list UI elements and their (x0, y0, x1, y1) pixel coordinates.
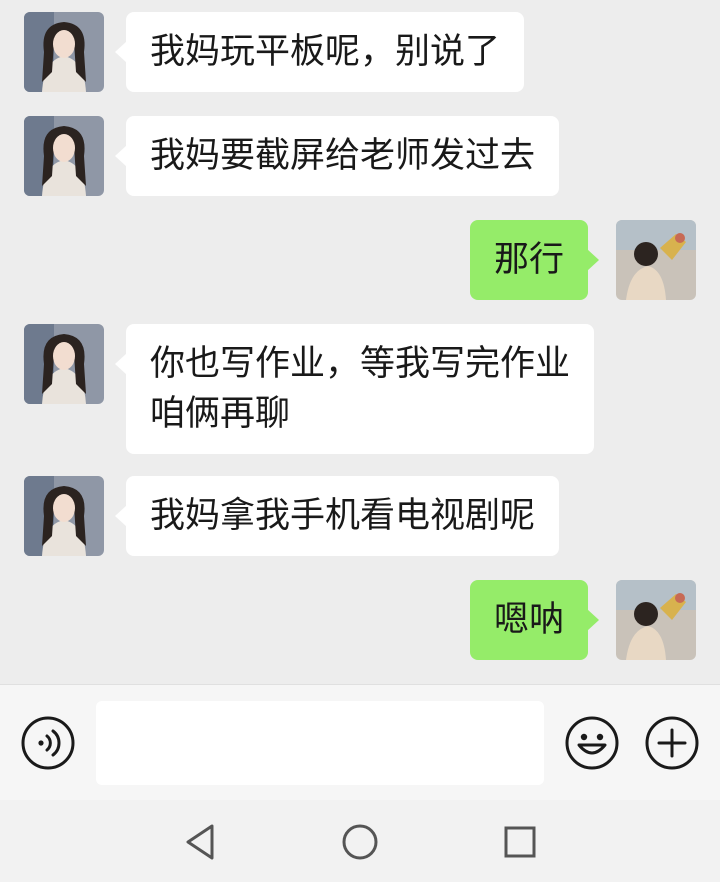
emoji-button[interactable] (564, 715, 620, 771)
message-text: 我妈玩平板呢，别说了 (150, 32, 501, 72)
back-button[interactable] (178, 820, 222, 864)
contact-avatar[interactable] (24, 116, 104, 196)
message-text: 嗯呐 (494, 600, 565, 640)
chat-area[interactable]: 我妈玩平板呢，别说了 我妈要截屏给老师发过去 那行 你也写作业，等我写完作业 咱… (0, 0, 720, 684)
my-avatar-image (616, 580, 696, 660)
message-bubble-incoming[interactable]: 我妈拿我手机看电视剧呢 (114, 476, 560, 556)
back-triangle-icon (186, 824, 214, 860)
contact-avatar[interactable] (24, 476, 104, 556)
message-text-line-2: 咱俩再聊 (150, 394, 291, 434)
home-button[interactable] (338, 820, 382, 864)
my-avatar[interactable] (616, 580, 696, 660)
contact-avatar-image (24, 12, 104, 92)
input-bar (0, 684, 720, 800)
message-bubble-incoming[interactable]: 我妈玩平板呢，别说了 (114, 12, 525, 92)
contact-avatar[interactable] (24, 12, 104, 92)
message-text: 那行 (494, 240, 565, 280)
system-navigation-bar (0, 800, 720, 882)
message-text: 我妈拿我手机看电视剧呢 (150, 496, 536, 536)
contact-avatar-image (24, 116, 104, 196)
message-bubble-incoming[interactable]: 我妈要截屏给老师发过去 (114, 116, 560, 196)
contact-avatar-image (24, 476, 104, 556)
message-bubble-incoming[interactable]: 你也写作业，等我写完作业 咱俩再聊 (114, 324, 595, 454)
contact-avatar[interactable] (24, 324, 104, 404)
message-bubble-outgoing[interactable]: 那行 (470, 220, 600, 300)
message-bubble-outgoing[interactable]: 嗯呐 (470, 580, 600, 660)
message-text: 我妈要截屏给老师发过去 (150, 136, 536, 176)
more-button[interactable] (644, 715, 700, 771)
my-avatar-image (616, 220, 696, 300)
recents-button[interactable] (498, 820, 542, 864)
plus-icon (645, 716, 699, 770)
voice-button[interactable] (20, 715, 76, 771)
emoji-icon (565, 716, 619, 770)
recents-square-icon (504, 826, 536, 858)
contact-avatar-image (24, 324, 104, 404)
message-input[interactable] (96, 701, 544, 785)
home-circle-icon (342, 824, 378, 860)
voice-icon (21, 716, 75, 770)
message-text-line-1: 你也写作业，等我写完作业 (150, 344, 571, 384)
my-avatar[interactable] (616, 220, 696, 300)
